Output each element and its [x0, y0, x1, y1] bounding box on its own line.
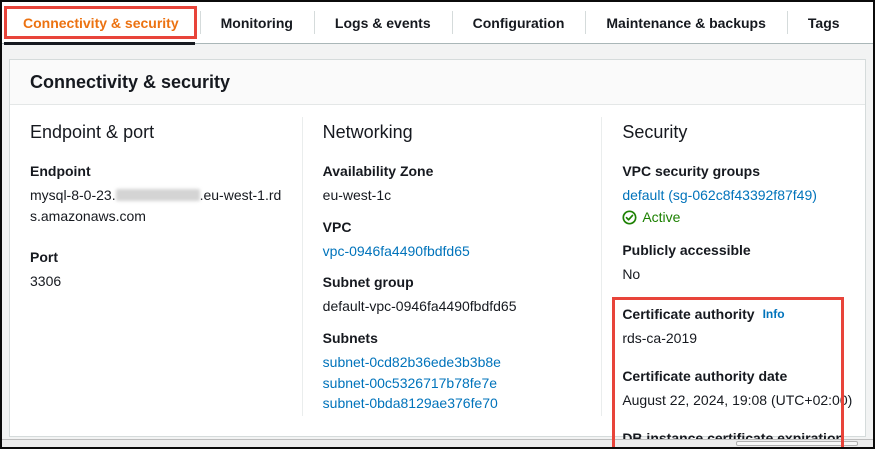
- port-label: Port: [30, 249, 284, 265]
- endpoint-field: Endpoint mysql-8-0-23..eu-west-1.rds.ama…: [30, 163, 284, 227]
- certificate-authority-date-value: August 22, 2024, 19:08 (UTC+02:00): [622, 390, 855, 411]
- endpoint-port-column: Endpoint & port Endpoint mysql-8-0-23..e…: [10, 105, 302, 438]
- certificate-authority-label: Certificate authorityInfo: [622, 306, 855, 322]
- subnet-link[interactable]: subnet-00c5326717b78fe7e: [323, 373, 497, 393]
- tab-tags[interactable]: Tags: [787, 2, 861, 43]
- check-circle-icon: [622, 210, 637, 225]
- certificate-section: Certificate authorityInfo rds-ca-2019 Ce…: [622, 306, 855, 449]
- subnets-field: Subnets subnet-0cd82b36ede3b3b8e subnet-…: [323, 330, 584, 413]
- panel-title: Connectivity & security: [30, 72, 845, 93]
- status-badge: Active: [642, 209, 680, 225]
- tab-label: Monitoring: [221, 15, 293, 31]
- detail-tabbar: Connectivity & security Monitoring Logs …: [2, 2, 873, 44]
- vpc-label: VPC: [323, 219, 584, 235]
- endpoint-prefix: mysql-8-0-23.: [30, 187, 116, 203]
- tab-logs-events[interactable]: Logs & events: [314, 2, 452, 43]
- security-column: Security VPC security groups default (sg…: [602, 105, 865, 438]
- tab-label: Maintenance & backups: [606, 15, 766, 31]
- tab-label: Connectivity & security: [23, 15, 179, 31]
- vpc-security-groups-label: VPC security groups: [622, 163, 855, 179]
- subnet-group-label: Subnet group: [323, 274, 584, 290]
- certificate-authority-date-field: Certificate authority date August 22, 20…: [622, 368, 855, 411]
- endpoint-port-heading: Endpoint & port: [30, 122, 284, 143]
- security-heading: Security: [622, 122, 855, 143]
- panel-body: Endpoint & port Endpoint mysql-8-0-23..e…: [10, 105, 865, 438]
- tab-label: Configuration: [473, 15, 565, 31]
- vpc-link[interactable]: vpc-0946fa4490fbdfd65: [323, 241, 470, 261]
- certificate-authority-field: Certificate authorityInfo rds-ca-2019: [622, 306, 855, 349]
- subnet-group-value: default-vpc-0946fa4490fbdfd65: [323, 296, 584, 317]
- active-tab-underline: [4, 42, 195, 45]
- publicly-accessible-value: No: [622, 264, 855, 285]
- vpc-security-groups-field: VPC security groups default (sg-062c8f43…: [622, 163, 855, 225]
- panel-header: Connectivity & security: [10, 60, 865, 105]
- vpc-field: VPC vpc-0946fa4490fbdfd65: [323, 219, 584, 261]
- networking-column: Networking Availability Zone eu-west-1c …: [303, 105, 602, 438]
- redacted-endpoint-segment: [116, 189, 200, 201]
- tab-content-area: Connectivity & security Endpoint & port …: [2, 44, 873, 437]
- subnets-label: Subnets: [323, 330, 584, 346]
- security-group-link[interactable]: default (sg-062c8f43392f87f49): [622, 185, 817, 205]
- availability-zone-field: Availability Zone eu-west-1c: [323, 163, 584, 206]
- tab-label: Tags: [808, 15, 840, 31]
- port-field: Port 3306: [30, 249, 284, 292]
- security-group-status: Active: [622, 209, 855, 225]
- tab-configuration[interactable]: Configuration: [452, 2, 586, 43]
- networking-heading: Networking: [323, 122, 584, 143]
- endpoint-value: mysql-8-0-23..eu-west-1.rds.amazonaws.co…: [30, 185, 284, 227]
- horizontal-scrollbar[interactable]: [2, 439, 873, 447]
- connectivity-security-panel: Connectivity & security Endpoint & port …: [9, 59, 866, 437]
- tab-monitoring[interactable]: Monitoring: [200, 2, 314, 43]
- rds-instance-details-screen: Connectivity & security Monitoring Logs …: [0, 0, 875, 449]
- horizontal-scrollbar-thumb[interactable]: [736, 441, 858, 446]
- publicly-accessible-field: Publicly accessible No: [622, 242, 855, 285]
- tab-connectivity-security[interactable]: Connectivity & security: [2, 2, 200, 43]
- subnet-link[interactable]: subnet-0cd82b36ede3b3b8e: [323, 352, 501, 372]
- tab-label: Logs & events: [335, 15, 431, 31]
- port-value: 3306: [30, 271, 284, 292]
- publicly-accessible-label: Publicly accessible: [622, 242, 855, 258]
- availability-zone-value: eu-west-1c: [323, 185, 584, 206]
- certificate-authority-value: rds-ca-2019: [622, 328, 855, 349]
- endpoint-label: Endpoint: [30, 163, 284, 179]
- subnet-link[interactable]: subnet-0bda8129ae376fe70: [323, 393, 498, 413]
- tab-maintenance-backups[interactable]: Maintenance & backups: [585, 2, 787, 43]
- info-link[interactable]: Info: [763, 307, 785, 321]
- subnet-group-field: Subnet group default-vpc-0946fa4490fbdfd…: [323, 274, 584, 317]
- certificate-authority-date-label: Certificate authority date: [622, 368, 855, 384]
- availability-zone-label: Availability Zone: [323, 163, 584, 179]
